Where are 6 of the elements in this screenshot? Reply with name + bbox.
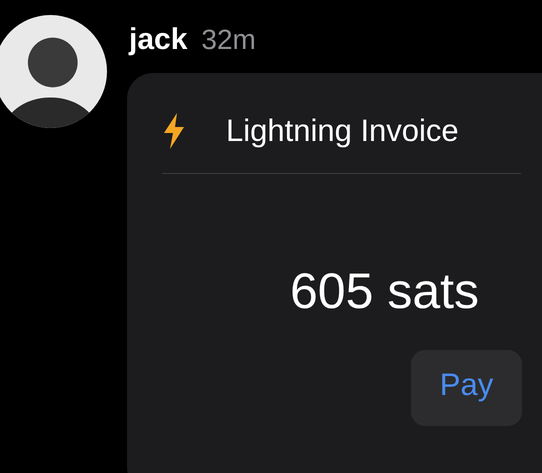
author-name[interactable]: jack xyxy=(129,23,188,57)
invoice-title: Lightning Invoice xyxy=(226,113,459,149)
post-time: 32m xyxy=(201,24,256,56)
pay-button[interactable]: Pay xyxy=(411,350,522,426)
invoice-amount: 605 sats xyxy=(290,262,480,320)
lightning-icon xyxy=(162,113,186,149)
